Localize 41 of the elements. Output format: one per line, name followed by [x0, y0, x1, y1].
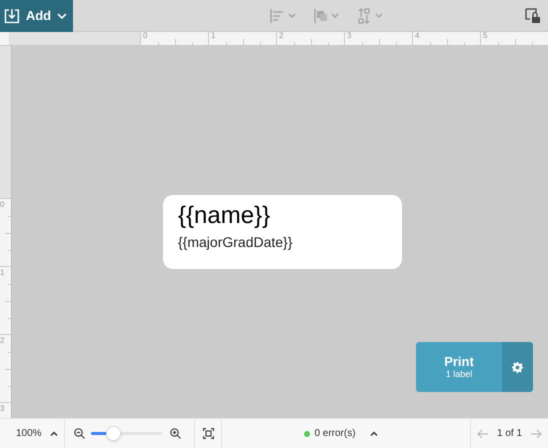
add-button[interactable]: Add [0, 0, 73, 32]
layers-icon [314, 8, 340, 22]
lock-icon [525, 8, 541, 24]
ruler-number: 0 [0, 200, 4, 210]
zoom-slider[interactable] [91, 426, 162, 442]
settings-icon [512, 362, 523, 372]
zoom-out-button[interactable] [74, 428, 85, 439]
page-indicator-text: 1 of 1 [496, 427, 522, 441]
ruler-number: 0 [143, 31, 148, 41]
date-field-text: {{majorGradDate}} [178, 233, 292, 251]
errors-expand-button[interactable] [370, 431, 378, 436]
fit-screen-icon [202, 428, 214, 439]
zoom-menu-button[interactable] [50, 431, 58, 436]
arrow-left-icon [477, 428, 489, 438]
name-field-text: {{name}} [178, 202, 270, 230]
chevron-up-icon [50, 431, 58, 436]
ruler-number: 3 [347, 31, 352, 41]
zoom-out-icon [74, 428, 85, 439]
fit-button[interactable] [202, 428, 214, 439]
error-count-text: 0 error(s) [314, 427, 356, 441]
chevron-down-icon [57, 12, 67, 18]
ruler-number: 3 [0, 404, 4, 414]
lock-button[interactable] [525, 8, 541, 24]
zoom-in-button[interactable] [170, 428, 181, 439]
label-card[interactable]: {{name}} {{majorGradDate}} [163, 195, 402, 269]
ruler-number: 4 [415, 31, 420, 41]
ruler-number: 2 [0, 336, 4, 346]
zoom-in-icon [170, 428, 181, 439]
ruler-number: 1 [0, 268, 4, 278]
zoom-level-text: 100% [16, 427, 42, 441]
ruler-number: 1 [211, 31, 216, 41]
ruler-number: 2 [279, 31, 284, 41]
chevron-up-icon [370, 431, 378, 436]
ruler-number: 5 [483, 31, 488, 41]
ruler-corner [0, 32, 10, 45]
arrow-right-icon [530, 428, 542, 438]
download-icon [4, 8, 20, 24]
distribute-icon [358, 8, 384, 24]
slider-thumb[interactable] [106, 426, 122, 441]
settings-button[interactable] [502, 342, 533, 392]
align-left-icon [270, 8, 296, 22]
